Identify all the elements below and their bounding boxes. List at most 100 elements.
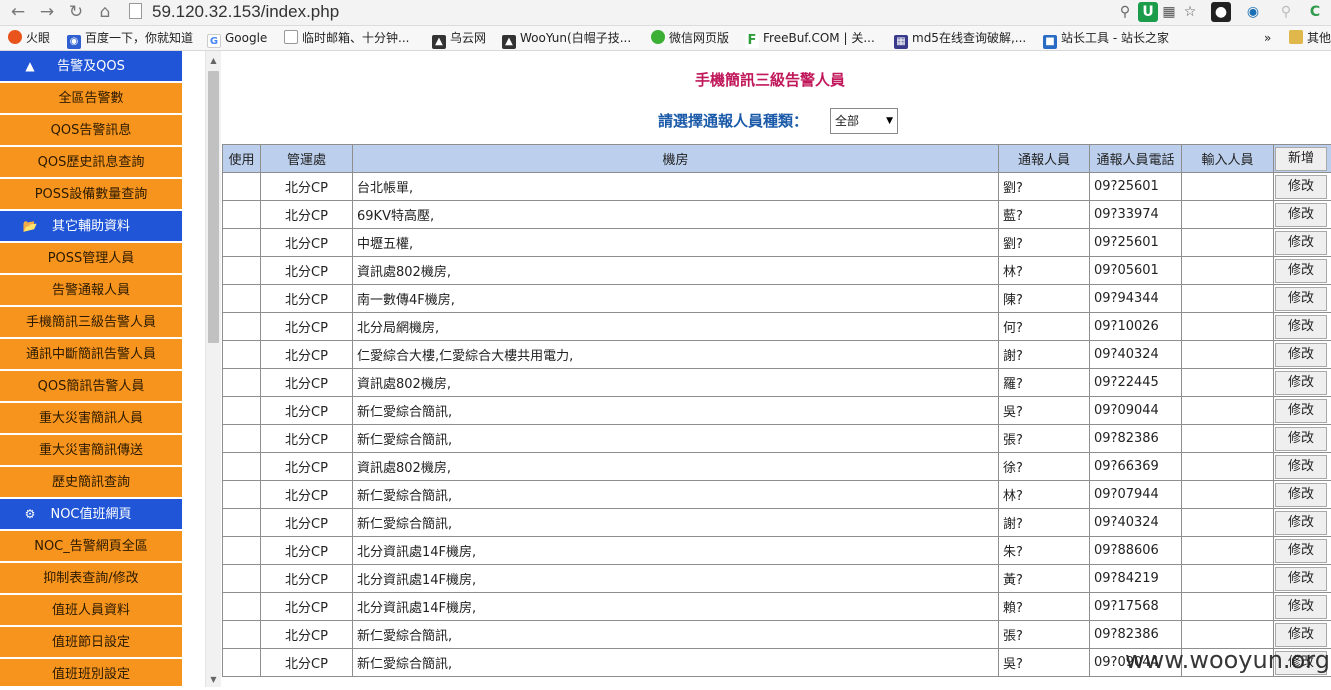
edit-button[interactable]: 修改 <box>1275 371 1327 395</box>
baidu-paw-icon: ◉ <box>67 35 81 49</box>
cell-room: 資訊處802機房, <box>353 453 999 481</box>
bookmark-item[interactable]: ▦md5在线查询破解,... <box>894 29 1026 47</box>
sidebar-header-noc-duty[interactable]: ⚙NOC值班網頁 <box>0 499 182 530</box>
sidebar-item-duty-shifts[interactable]: 值班班別設定 <box>0 659 182 687</box>
cell-person: 何? <box>999 313 1090 341</box>
cell-room: 北分資訊處14F機房, <box>353 537 999 565</box>
cell-action: 修改 <box>1274 341 1331 369</box>
sidebar-item-sms-history[interactable]: 歷史簡訊查詢 <box>0 467 182 498</box>
search-extension-icon[interactable]: ◉ <box>1243 2 1263 22</box>
back-arrow-icon[interactable]: ← <box>6 1 30 23</box>
address-bar[interactable]: 59.120.32.153/index.php <box>123 1 1203 23</box>
sidebar-header-alarm-qos[interactable]: ▲告警及QOS <box>0 51 182 82</box>
edit-button[interactable]: 修改 <box>1275 231 1327 255</box>
cell-room: 新仁愛綜合簡訊, <box>353 481 999 509</box>
frame-scrollbar[interactable]: ▲ ▼ <box>205 51 221 687</box>
cell-action: 修改 <box>1274 201 1331 229</box>
cell-office: 北分CP <box>261 397 353 425</box>
bookmarks-overflow-chevron[interactable]: » <box>1264 29 1271 47</box>
mask-extension-icon[interactable]: ● <box>1211 2 1231 22</box>
cell-phone: 09?17568 <box>1090 593 1182 621</box>
edit-button[interactable]: 修改 <box>1275 399 1327 423</box>
forward-arrow-icon[interactable]: → <box>35 1 59 23</box>
cell-room: 新仁愛綜合簡訊, <box>353 649 999 677</box>
scroll-up-arrow-icon[interactable]: ▲ <box>206 54 221 68</box>
edit-button[interactable]: 修改 <box>1275 539 1327 563</box>
cell-action: 修改 <box>1274 621 1331 649</box>
edit-button[interactable]: 修改 <box>1275 623 1327 647</box>
home-icon[interactable]: ⌂ <box>93 1 117 23</box>
shield-icon[interactable]: U <box>1138 2 1158 22</box>
bookmark-item[interactable]: 临时邮箱、十分钟... <box>284 29 409 47</box>
edit-button[interactable]: 修改 <box>1275 343 1327 367</box>
cell-phone: 09?07944 <box>1090 481 1182 509</box>
cell-input-user <box>1182 397 1274 425</box>
table-row: 北分CP新仁愛綜合簡訊,林?09?07944修改 <box>223 481 1331 509</box>
sidebar-item-poss-device-count[interactable]: POSS設備數量查詢 <box>0 179 182 210</box>
table-row: 北分CP資訊處802機房,徐?09?66369修改 <box>223 453 1331 481</box>
sidebar-header-other-data[interactable]: 📂其它輔助資料 <box>0 211 182 242</box>
bookmark-item[interactable]: 火眼 <box>8 29 50 47</box>
cell-room: 新仁愛綜合簡訊, <box>353 397 999 425</box>
edit-button[interactable]: 修改 <box>1275 455 1327 479</box>
edit-button[interactable]: 修改 <box>1275 259 1327 283</box>
edit-button[interactable]: 修改 <box>1275 315 1327 339</box>
bookmark-item[interactable]: ▲WooYun(白帽子技... <box>502 29 631 47</box>
cell-person: 羅? <box>999 369 1090 397</box>
sidebar-item-qos-alarm[interactable]: QOS告警訊息 <box>0 115 182 146</box>
edit-button[interactable]: 修改 <box>1275 203 1327 227</box>
cell-use <box>223 369 261 397</box>
table-row: 北分CP新仁愛綜合簡訊,吳?09?09044修改 <box>223 397 1331 425</box>
sidebar-item-disaster-sms-staff[interactable]: 重大災害簡訊人員 <box>0 403 182 434</box>
edit-button[interactable]: 修改 <box>1275 483 1327 507</box>
sidebar-item-duty-holidays[interactable]: 值班節日設定 <box>0 627 182 658</box>
sidebar-item-poss-admins[interactable]: POSS管理人員 <box>0 243 182 274</box>
bookmark-item[interactable]: GGoogle <box>207 29 267 47</box>
col-header-room: 機房 <box>353 145 999 173</box>
bookmark-item[interactable]: ▲乌云网 <box>432 29 486 47</box>
table-row: 北分CP北分資訊處14F機房,賴?09?17568修改 <box>223 593 1331 621</box>
search-gray-icon[interactable]: ⚲ <box>1276 2 1296 22</box>
star-icon[interactable]: ☆ <box>1180 2 1200 22</box>
cell-use <box>223 397 261 425</box>
cell-action: 修改 <box>1274 537 1331 565</box>
bookmark-item[interactable]: ■站长工具 - 站长之家 <box>1043 29 1169 47</box>
sidebar-item-duty-staff[interactable]: 值班人員資料 <box>0 595 182 626</box>
reload-icon[interactable]: ↻ <box>64 1 88 23</box>
edit-button[interactable]: 修改 <box>1275 427 1327 451</box>
edit-button[interactable]: 修改 <box>1275 287 1327 311</box>
scroll-thumb[interactable] <box>208 71 219 343</box>
cell-person: 黃? <box>999 565 1090 593</box>
cell-input-user <box>1182 313 1274 341</box>
bookmark-folder-other[interactable]: 其他 <box>1289 29 1331 47</box>
sidebar-item-qos-history[interactable]: QOS歷史訊息查詢 <box>0 147 182 178</box>
scroll-down-arrow-icon[interactable]: ▼ <box>206 673 221 687</box>
add-button[interactable]: 新增 <box>1275 147 1327 171</box>
extension-c-icon[interactable]: C <box>1305 2 1325 22</box>
bookmark-item[interactable]: 微信网页版 <box>651 29 729 47</box>
sidebar-item-outage-sms-staff[interactable]: 通訊中斷簡訊告警人員 <box>0 339 182 370</box>
sidebar-item-all-alarm-count[interactable]: 全區告警數 <box>0 83 182 114</box>
sidebar-item-alarm-notify-staff[interactable]: 告警通報人員 <box>0 275 182 306</box>
cell-person: 賴? <box>999 593 1090 621</box>
sidebar-item-noc-alarm-all[interactable]: NOC_告警網頁全區 <box>0 531 182 562</box>
sidebar-item-sms-level3-staff[interactable]: 手機簡訊三級告警人員 <box>0 307 182 338</box>
sidebar-item-qos-sms-staff[interactable]: QOS簡訊告警人員 <box>0 371 182 402</box>
bookmark-item[interactable]: FFreeBuf.COM | 关... <box>745 29 875 47</box>
cell-room: 新仁愛綜合簡訊, <box>353 621 999 649</box>
translate-icon[interactable]: ▦ <box>1159 2 1179 22</box>
zoom-icon[interactable]: ⚲ <box>1115 2 1135 22</box>
sidebar-item-suppress-table[interactable]: 抑制表查詢/修改 <box>0 563 182 594</box>
edit-button[interactable]: 修改 <box>1275 595 1327 619</box>
edit-button[interactable]: 修改 <box>1275 175 1327 199</box>
sidebar-item-disaster-sms-send[interactable]: 重大災害簡訊傳送 <box>0 435 182 466</box>
edit-button[interactable]: 修改 <box>1275 567 1327 591</box>
table-row: 北分CP台北帳單,劉?09?25601修改 <box>223 173 1331 201</box>
cell-person: 徐? <box>999 453 1090 481</box>
cell-use <box>223 341 261 369</box>
edit-button[interactable]: 修改 <box>1275 511 1327 535</box>
cell-action: 修改 <box>1274 425 1331 453</box>
staff-type-select[interactable]: 全部 ▼ <box>830 108 898 134</box>
cell-room: 仁愛綜合大樓,仁愛綜合大樓共用電力, <box>353 341 999 369</box>
bookmark-item[interactable]: ◉百度一下，你就知道 <box>67 29 193 47</box>
